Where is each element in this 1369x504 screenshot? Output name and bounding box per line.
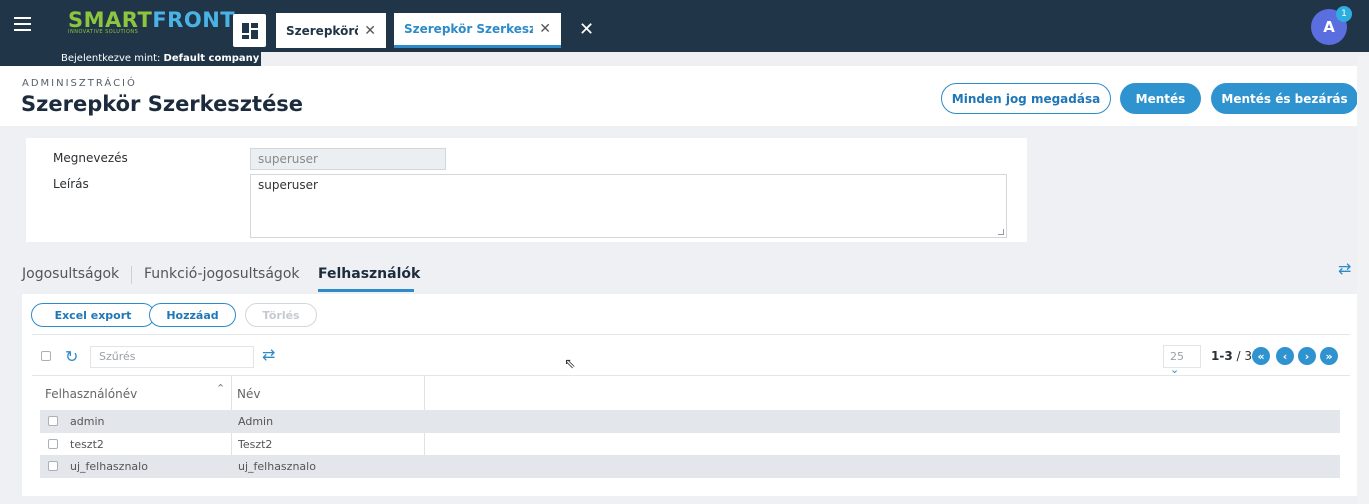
refresh-icon[interactable]: ↻: [65, 347, 78, 366]
description-field[interactable]: superuser: [250, 174, 1007, 238]
description-value: superuser: [258, 178, 318, 192]
tab-szerepkorok[interactable]: Szerepkörök ✕: [276, 13, 386, 48]
login-info: Bejelentkezve mint: Default company: [0, 52, 261, 66]
logo-front-text: FRONT: [152, 8, 236, 32]
row-checkbox[interactable]: [48, 416, 58, 426]
sort-up-icon[interactable]: ⌃: [216, 382, 225, 395]
smartfront-logo[interactable]: SMARTFRONT INNOVATIVE SOLUTIONS: [68, 9, 235, 35]
divider: [32, 375, 1350, 376]
cell-username: teszt2: [70, 438, 104, 451]
next-page-icon[interactable]: ›: [1298, 347, 1316, 365]
grant-all-permissions-button[interactable]: Minden jog megadása: [941, 83, 1111, 114]
login-prefix: Bejelentkezve mint:: [61, 53, 164, 64]
table-row[interactable]: uj_felhasznalo uj_felhasznalo: [40, 455, 1340, 478]
column-header-name[interactable]: Név: [237, 387, 260, 401]
swap-icon[interactable]: ⇄: [1338, 259, 1351, 278]
page-range: 1-3: [1211, 349, 1233, 363]
table-row[interactable]: teszt2 Teszt2: [40, 433, 1340, 456]
hamburger-menu-icon[interactable]: [14, 17, 31, 31]
excel-export-button[interactable]: Excel export: [31, 303, 155, 327]
tab-jogosultsagok[interactable]: Jogosultságok: [22, 266, 119, 282]
breadcrumb: ADMINISZTRÁCIÓ: [22, 78, 137, 89]
cell-name: Teszt2: [238, 438, 273, 451]
tab-szerepkor-szerkesztese[interactable]: Szerepkör Szerkeszté... ✕: [394, 13, 561, 48]
close-icon[interactable]: ✕: [539, 21, 551, 37]
resize-handle-icon[interactable]: [998, 229, 1004, 235]
description-label: Leírás: [53, 177, 89, 191]
page-header: ADMINISZTRÁCIÓ Szerepkör Szerkesztése Mi…: [0, 66, 1369, 126]
close-icon[interactable]: ✕: [364, 23, 376, 39]
top-navigation-bar: SMARTFRONT INNOVATIVE SOLUTIONS Szerepkö…: [0, 0, 1369, 52]
tab-funkcio-jogosultsagok[interactable]: Funkció-jogosultságok: [144, 266, 300, 282]
tab-label: Szerepkörök: [286, 23, 358, 38]
page-total: / 3: [1232, 349, 1253, 363]
login-company: Default company: [163, 53, 260, 64]
active-tab-indicator: [318, 289, 414, 292]
notification-badge: 1: [1336, 6, 1352, 22]
page-scrollbar[interactable]: [1357, 56, 1369, 504]
role-form: Megnevezés superuser Leírás superuser: [26, 138, 1027, 242]
last-page-icon[interactable]: »: [1320, 347, 1338, 365]
tab-felhasznalok[interactable]: Felhasználók: [318, 266, 420, 282]
column-header-username[interactable]: Felhasználónév: [45, 387, 137, 401]
save-button[interactable]: Mentés: [1120, 83, 1201, 114]
row-checkbox[interactable]: [48, 439, 58, 449]
first-page-icon[interactable]: «: [1252, 347, 1270, 365]
filter-input[interactable]: Szűrés: [90, 346, 254, 368]
users-panel: Excel export Hozzáad Törlés ↻ Szűrés ⇄ 2…: [22, 294, 1357, 496]
name-label: Megnevezés: [53, 151, 128, 165]
tab-label: Szerepkör Szerkeszté...: [404, 22, 534, 36]
close-all-tabs-icon[interactable]: ✕: [579, 19, 594, 40]
table-row[interactable]: admin Admin: [40, 410, 1340, 433]
name-field: superuser: [250, 148, 446, 170]
mouse-cursor-icon: ⇖: [564, 356, 576, 372]
tab-separator: [131, 266, 132, 284]
save-and-close-button[interactable]: Mentés és bezárás: [1211, 83, 1358, 114]
cell-username: admin: [70, 415, 105, 428]
prev-page-icon[interactable]: ‹: [1276, 347, 1294, 365]
cell-username: uj_felhasznalo: [70, 460, 148, 473]
page-info: 1-3 / 3: [1211, 349, 1252, 363]
divider: [32, 334, 1350, 335]
dashboard-button[interactable]: [233, 14, 266, 47]
delete-button: Törlés: [245, 303, 317, 327]
page-size-select[interactable]: 25 ⌄: [1163, 345, 1201, 376]
cell-name: Admin: [238, 415, 274, 428]
cell-name: uj_felhasznalo: [238, 460, 316, 473]
add-button[interactable]: Hozzáad: [149, 303, 236, 327]
row-checkbox[interactable]: [48, 461, 58, 471]
page-title: Szerepkör Szerkesztése: [21, 92, 304, 116]
swap-icon[interactable]: ⇄: [262, 345, 275, 364]
dashboard-icon: [241, 22, 258, 39]
page-size-value: 25: [1170, 350, 1184, 363]
select-all-checkbox[interactable]: [41, 351, 51, 361]
